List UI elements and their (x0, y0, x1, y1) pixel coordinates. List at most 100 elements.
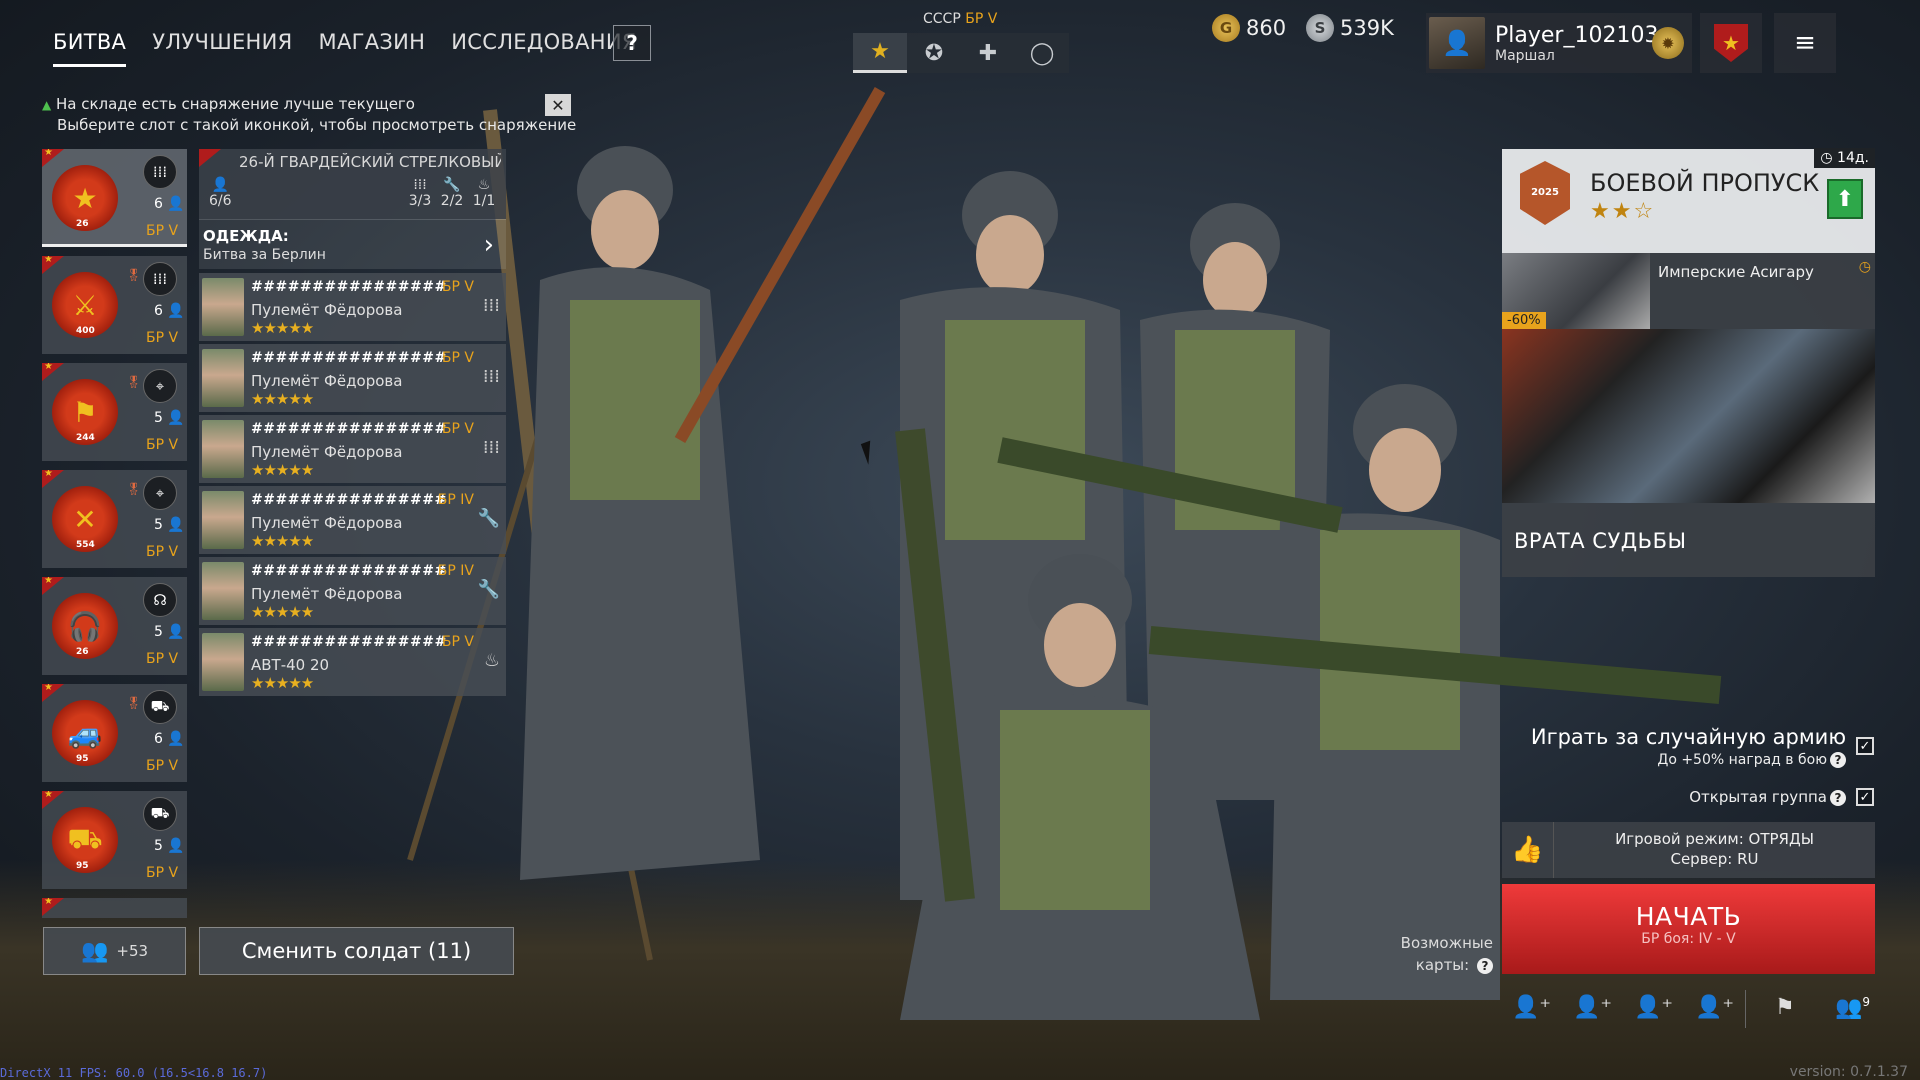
tab-research[interactable]: ИССЛЕДОВАНИЯ (451, 30, 637, 67)
medal-icon: 🎖 (126, 268, 142, 282)
game-mode-panel[interactable]: 👍 Игровой режим: ОТРЯДЫ Сервер: RU (1502, 822, 1875, 878)
flag-corner: ★ (42, 256, 64, 274)
tab-shop[interactable]: МАГАЗИН (319, 30, 426, 67)
menu-icon: ≡ (1794, 28, 1816, 58)
squad-br: БР V (146, 758, 179, 774)
ammo-icon: ⁞⁞⁞ (413, 177, 427, 193)
random-army-checkbox[interactable]: ✓ (1856, 737, 1874, 755)
squad-br: БР V (146, 437, 179, 453)
rifle (674, 87, 886, 443)
event-banner-image[interactable] (1502, 329, 1875, 503)
squad-card[interactable]: ★ ⛟ 95 ⛟ 5 👤 БР V (42, 791, 187, 889)
soldier-stars: ★★★★★ (251, 461, 314, 479)
squad-level: 554 (76, 540, 95, 550)
outfit-row[interactable]: ОДЕЖДА: Битва за Берлин › (199, 219, 506, 269)
outfit-value: Битва за Берлин (203, 247, 326, 263)
soldier-stars: ★★★★★ (251, 603, 314, 621)
flame-icon: ♨ (483, 650, 500, 671)
outfit-label: ОДЕЖДА: (203, 227, 289, 245)
game-mode-label: Игровой режим: ОТРЯДЫ (1615, 830, 1814, 848)
flame-icon: ♨ (477, 177, 491, 193)
squad-count: 5 👤 (154, 838, 185, 854)
question-icon: ? (1830, 790, 1846, 806)
army-tab-star[interactable]: ★ (853, 33, 907, 73)
squad-card[interactable]: ★ ⚑ 244 🎖 ⌖ 5 👤 БР V (42, 363, 187, 461)
soldier-name: ################ (251, 492, 447, 508)
battle-pass-title: БОЕВОЙ ПРОПУСК (1590, 169, 1820, 197)
silver-amount: 539K (1340, 16, 1394, 40)
add-user-icon: 👤⁺ (1573, 995, 1613, 1020)
squad-card[interactable]: ★ ★ 26 ⁞⁞⁞ 6 👤 БР V (42, 149, 187, 247)
open-group-checkbox[interactable]: ✓ (1856, 788, 1874, 806)
squad-card[interactable]: ★ ✕ 554 🎖 ⌖ 5 👤 БР V (42, 470, 187, 568)
soldier-portrait (202, 562, 244, 620)
squad-card[interactable]: ★ ⚔ 400 🎖 ⁞⁞⁞ 6 👤 БР V (42, 256, 187, 354)
close-notice-button[interactable]: ✕ (545, 94, 571, 116)
squad-br: БР V (146, 651, 179, 667)
squad-count: 5 👤 (154, 410, 185, 426)
tab-battle[interactable]: БИТВА (53, 30, 127, 67)
flag-corner (199, 149, 221, 167)
ammo-icon: ⁞⁞⁞ (143, 155, 177, 189)
car-icon: ⛟ (143, 690, 177, 724)
army-tab-cross[interactable]: ✚ (961, 33, 1015, 73)
open-group-label: Открытая группа? (1689, 788, 1846, 806)
notice-line1: На складе есть снаряжение лучше текущего (56, 95, 415, 113)
thumbs-up-icon[interactable]: 👍 (1502, 822, 1554, 878)
medal-icon: 🎖 (126, 375, 142, 389)
add-friend-button[interactable]: 👤⁺ (1634, 995, 1673, 1020)
friends-button[interactable]: 👥9 (1835, 995, 1870, 1020)
soldier-stars: ★★★★★ (251, 319, 314, 337)
soldier-row[interactable]: ################ Пулемёт Фёдорова ★★★★★ … (199, 486, 506, 554)
person-icon: 👤 (167, 838, 185, 854)
player-name: Player_102103 (1495, 22, 1659, 48)
squad-card-partial[interactable]: ★ (42, 898, 187, 918)
squad-card[interactable]: ★ 🎧 26 ☊ 5 👤 БР V (42, 577, 187, 675)
possible-maps[interactable]: Возможные карты: ? (1393, 932, 1493, 976)
soldier-weapon: Пулемёт Фёдорова (251, 372, 403, 390)
battle-pass-card[interactable]: 2025 БОЕВОЙ ПРОПУСК ★★☆ ⬆ ◷ 14д. (1502, 148, 1875, 253)
fps-counter: DirectX 11 FPS: 60.0 (16.5<16.8 16.7) (0, 1066, 268, 1080)
soldier-row[interactable]: ################ Пулемёт Фёдорова ★★★★★ … (199, 415, 506, 483)
start-button[interactable]: НАЧАТЬ БР боя: IV - V (1502, 884, 1875, 974)
player-profile[interactable]: 👤 Player_102103 Маршал ✹ (1426, 13, 1692, 73)
army-tab-circle[interactable]: ◯ (1015, 33, 1069, 73)
random-army-sublabel: До +50% наград в бою? (1657, 752, 1846, 768)
soldier-br: БР V (441, 421, 474, 437)
soldier-row[interactable]: ################ Пулемёт Фёдорова ★★★★★ … (199, 557, 506, 625)
circle-star-icon: ✪ (924, 40, 944, 66)
add-friend-button[interactable]: 👤⁺ (1695, 995, 1734, 1020)
tank-icon: ⛟ (143, 797, 177, 831)
help-button[interactable]: ? (613, 25, 651, 61)
soldier-row[interactable]: ################ Пулемёт Фёдорова ★★★★★ … (199, 344, 506, 412)
soldier-row[interactable]: ################ Пулемёт Фёдорова ★★★★★ … (199, 273, 506, 341)
gold-currency[interactable]: G 860 (1212, 14, 1286, 42)
add-user-icon: 👤⁺ (1695, 995, 1735, 1020)
squad-count: 6 👤 (154, 196, 185, 212)
soldier-weapon: АВТ-40 20 (251, 656, 330, 674)
army-emblem-button[interactable]: ★ (1700, 13, 1762, 73)
rank-medal-icon: ✹ (1652, 27, 1684, 59)
soldier-row[interactable]: ################ АВТ-40 20 ★★★★★ БР V ♨ (199, 628, 506, 696)
army-tabs: ★ ✪ ✚ ◯ (853, 33, 1069, 73)
add-friend-button[interactable]: 👤⁺ (1573, 995, 1612, 1020)
squad-level: 400 (76, 326, 95, 336)
flag-button[interactable]: ⚑ (1775, 995, 1795, 1020)
event-title[interactable]: ВРАТА СУДЬБЫ (1502, 503, 1875, 577)
squad-people: 👤 6/6 (209, 177, 232, 209)
wrench-icon: 🔧 (477, 579, 500, 600)
squad-card[interactable]: ★ 🚙 95 🎖 ⛟ 6 👤 БР V (42, 684, 187, 782)
soldier-stars: ★★★★★ (251, 674, 314, 692)
discount-badge: -60% (1502, 312, 1546, 329)
squad-level: 26 (76, 647, 89, 657)
level-up-icon[interactable]: ⬆ (1827, 179, 1863, 219)
tab-upgrades[interactable]: УЛУЧШЕНИЯ (152, 30, 292, 67)
promo-card[interactable]: -60% Имперские Асигару ◷ (1502, 253, 1875, 329)
group-icon: 👥 (80, 938, 109, 964)
add-friend-button[interactable]: 👤⁺ (1512, 995, 1551, 1020)
reserve-button[interactable]: 👥 +53 (43, 927, 186, 975)
army-tab-circle-star[interactable]: ✪ (907, 33, 961, 73)
silver-currency[interactable]: S 539K (1306, 14, 1394, 42)
menu-button[interactable]: ≡ (1774, 13, 1836, 73)
change-soldiers-button[interactable]: Сменить солдат (11) (199, 927, 514, 975)
